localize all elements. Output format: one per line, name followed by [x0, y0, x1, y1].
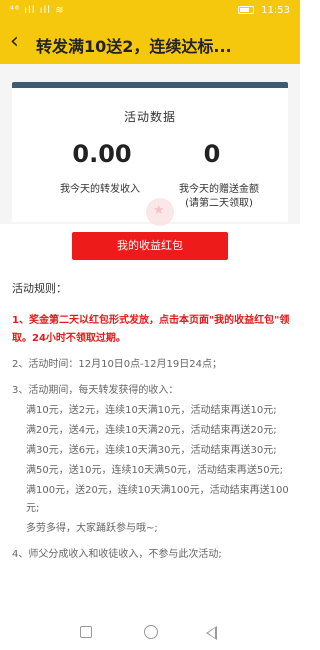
rule-3-line: 满30元，送6元，连续10天满30元，活动结束再送30元; [26, 445, 277, 456]
page-title: 转发满10送2，连续达标... [36, 37, 232, 56]
stats-card-title: 活动数据 [123, 110, 176, 124]
gift-amount-label: 我今天的赠送金额 [179, 184, 259, 195]
status-bar: ⁴⁶ ıll ıll ≋ 11:53 [0, 0, 300, 22]
rule-3-line: 满10元，送2元，连续10天满10元，活动结束再送10元; [26, 405, 277, 416]
status-right: 11:53 [237, 5, 290, 16]
rule-3-line: 满50元，送10元，连续10天满50元，活动结束再送50元; [26, 465, 283, 476]
rule-1: 1、奖金第二天以红包形式发放，点击本页面"我的收益红包"领取。24小时不领取过期… [12, 315, 290, 344]
home-icon[interactable] [144, 625, 158, 639]
my-earnings-redpacket-button[interactable]: 我的收益红包 [72, 232, 228, 260]
rule-3: 3、活动期间，每天转发获得的收入： 满10元，送2元，连续10天满10元，活动结… [12, 382, 290, 538]
forward-income-label: 我今天的转发收入 [60, 184, 140, 195]
rule-4: 4、师父分成收入和收徒收入，不参与此次活动; [12, 549, 222, 560]
rules-title: 活动规则： [12, 282, 67, 295]
forward-income-value: 0.00 [72, 140, 132, 168]
rule-3-line: 满20元，送4元，连续10天满20元，活动结束再送20元; [26, 425, 277, 436]
activity-stats-card: 活动数据 0.00 0 我今天的转发收入 我今天的赠送金额 (请第二天领取) [12, 82, 288, 226]
activity-rules: 活动规则： 1、奖金第二天以红包形式发放，点击本页面"我的收益红包"领取。24小… [12, 280, 290, 572]
back-arrow-icon[interactable]: ‹ [10, 28, 19, 56]
clock: 11:53 [261, 5, 290, 16]
rule-3-line: 满100元，送20元，连续10天满100元，活动结束再送100元; [26, 485, 289, 514]
gift-amount-note: (请第二天领取) [185, 198, 253, 209]
nav-bar: ‹ 转发满10送2，连续达标... [0, 22, 300, 64]
recent-apps-icon[interactable] [80, 626, 92, 638]
back-icon[interactable] [206, 626, 217, 640]
rule-3-title: 3、活动期间，每天转发获得的收入： [12, 385, 179, 396]
system-navigation-bar [0, 616, 300, 650]
rule-3-line: 多劳多得，大家踊跃参与哦~; [26, 523, 158, 534]
rule-2: 2、活动时间：12月10日0点-12月19日24点； [12, 359, 222, 370]
gift-amount-value: 0 [203, 140, 221, 168]
battery-icon [237, 6, 254, 14]
signal-indicator: ⁴⁶ ıll ıll ≋ [10, 5, 65, 16]
star-watermark-icon [146, 198, 174, 226]
